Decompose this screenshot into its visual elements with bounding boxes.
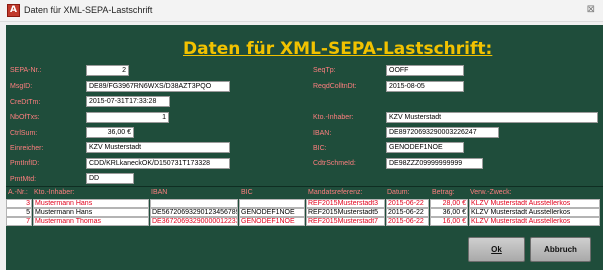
row1-datum[interactable]: 2015-06-22 — [386, 199, 429, 208]
row2-mandat[interactable]: REF2015Musterstadt5 — [306, 208, 385, 217]
label-ctrlsum: CtrlSum: — [10, 130, 38, 137]
row3-nr[interactable]: 7 — [6, 217, 32, 226]
label-kto-inhaber: Kto.-Inhaber: — [313, 114, 354, 121]
dialog-window: A Daten für XML-SEPA-Lastschrift ⊠ Daten… — [0, 0, 603, 270]
label-msgid: MsgID: — [10, 83, 33, 90]
col-header-iban: IBAN — [151, 189, 168, 196]
field-cdtrschmeid[interactable]: DE98ZZZ09999999999 — [386, 158, 483, 169]
label-reqdcolltndt: ReqdColltnDt: — [313, 83, 357, 90]
field-bic[interactable]: GENODEF1NOE — [386, 142, 464, 153]
row1-mandat[interactable]: REF2015Musterstadt3 — [306, 199, 385, 208]
label-cdtrschmeid: CdtrSchmeId: — [313, 160, 356, 167]
row2-inhaber[interactable]: Mustermann Hans — [33, 208, 149, 217]
label-seqtp: SeqTp: — [313, 67, 336, 74]
access-app-icon: A — [7, 4, 20, 17]
field-reqdcolltndt[interactable]: 2015-08-05 — [386, 81, 464, 92]
sepa-form: Daten für XML-SEPA-Lastschrift: SEPA-Nr.… — [6, 25, 603, 270]
label-credttm: CreDtTm: — [10, 99, 41, 106]
row3-mandat[interactable]: REF2015Musterstadt7 — [306, 217, 385, 226]
row2-iban[interactable]: DE56720693290123456789 — [150, 208, 238, 217]
label-einreicher: Einreicher: — [10, 145, 44, 152]
row1-nr[interactable]: 3 — [6, 199, 32, 208]
ok-button[interactable]: Ok — [468, 237, 525, 262]
cancel-button-label: Abbruch — [544, 245, 577, 254]
label-bic: BIC: — [313, 145, 327, 152]
row2-bic[interactable]: GENODEF1NOE — [239, 208, 305, 217]
row1-iban[interactable] — [150, 199, 238, 208]
row2-betrag[interactable]: 36,00 € — [430, 208, 468, 217]
field-kto-inhaber[interactable]: KZV Musterstadt — [386, 112, 598, 123]
table-separator — [6, 186, 603, 187]
row3-betrag[interactable]: 16,00 € — [430, 217, 468, 226]
field-ctrlsum[interactable]: 36,00 € — [86, 127, 134, 138]
field-sepa-nr[interactable]: 2 — [86, 65, 129, 76]
row2-zweck[interactable]: KLZV Musterstadt Ausstellerkos — [469, 208, 600, 217]
title-bar: A Daten für XML-SEPA-Lastschrift ⊠ — [0, 0, 603, 22]
field-pmtinfid[interactable]: CDD/KRLkaneckOK/D150731T173328 — [86, 158, 230, 169]
field-nboftxs[interactable]: 1 — [86, 112, 169, 123]
ok-button-label: Ok — [491, 245, 502, 254]
row3-bic[interactable]: GENODEF1NOE — [239, 217, 305, 226]
row3-datum[interactable]: 2015-06-22 — [386, 217, 429, 226]
row1-bic[interactable] — [239, 199, 305, 208]
cancel-button[interactable]: Abbruch — [530, 237, 591, 262]
col-header-mandat: Mandatsreferenz: — [308, 189, 363, 196]
label-pmtmtd: PmtMtd: — [10, 176, 37, 183]
form-heading: Daten für XML-SEPA-Lastschrift: — [183, 39, 493, 59]
row2-datum[interactable]: 2015-06-22 — [386, 208, 429, 217]
row2-nr[interactable]: 5 — [6, 208, 32, 217]
label-iban: IBAN: — [313, 130, 332, 137]
row3-iban[interactable]: DE36720693290000012233 — [150, 217, 238, 226]
field-iban[interactable]: DE89720693290003226247 — [386, 127, 499, 138]
field-msgid[interactable]: DE89/FG3967RN6WXS/D38AZT3PQO — [86, 81, 230, 92]
row3-inhaber[interactable]: Mustermann Thomas — [33, 217, 149, 226]
field-einreicher[interactable]: KZV Musterstadt — [86, 142, 230, 153]
col-header-inhaber: Kto.-Inhaber: — [34, 189, 75, 196]
col-header-datum: Datum: — [387, 189, 410, 196]
close-icon[interactable]: ⊠ — [587, 4, 595, 15]
field-credttm[interactable]: 2015-07-31T17:33:28 — [86, 96, 170, 107]
row3-zweck[interactable]: KLZV Musterstadt Ausstellerkos — [469, 217, 600, 226]
field-seqtp[interactable]: OOFF — [386, 65, 464, 76]
row1-inhaber[interactable]: Mustermann Hans — [33, 199, 149, 208]
label-pmtinfid: PmtInfID: — [10, 160, 40, 167]
label-sepa-nr: SEPA-Nr.: — [10, 67, 42, 74]
row1-betrag[interactable]: 28,00 € — [430, 199, 468, 208]
row1-zweck[interactable]: KLZV Musterstadt Ausstellerkos — [469, 199, 600, 208]
col-header-nr: A.-Nr.: — [8, 189, 28, 196]
col-header-betrag: Betrag: — [432, 189, 455, 196]
field-pmtmtd[interactable]: DD — [86, 173, 134, 184]
col-header-zweck: Verw.-Zweck: — [470, 189, 512, 196]
window-title: Daten für XML-SEPA-Lastschrift — [24, 5, 153, 15]
col-header-bic: BIC — [241, 189, 253, 196]
label-nboftxs: NbOfTxs: — [10, 114, 40, 121]
